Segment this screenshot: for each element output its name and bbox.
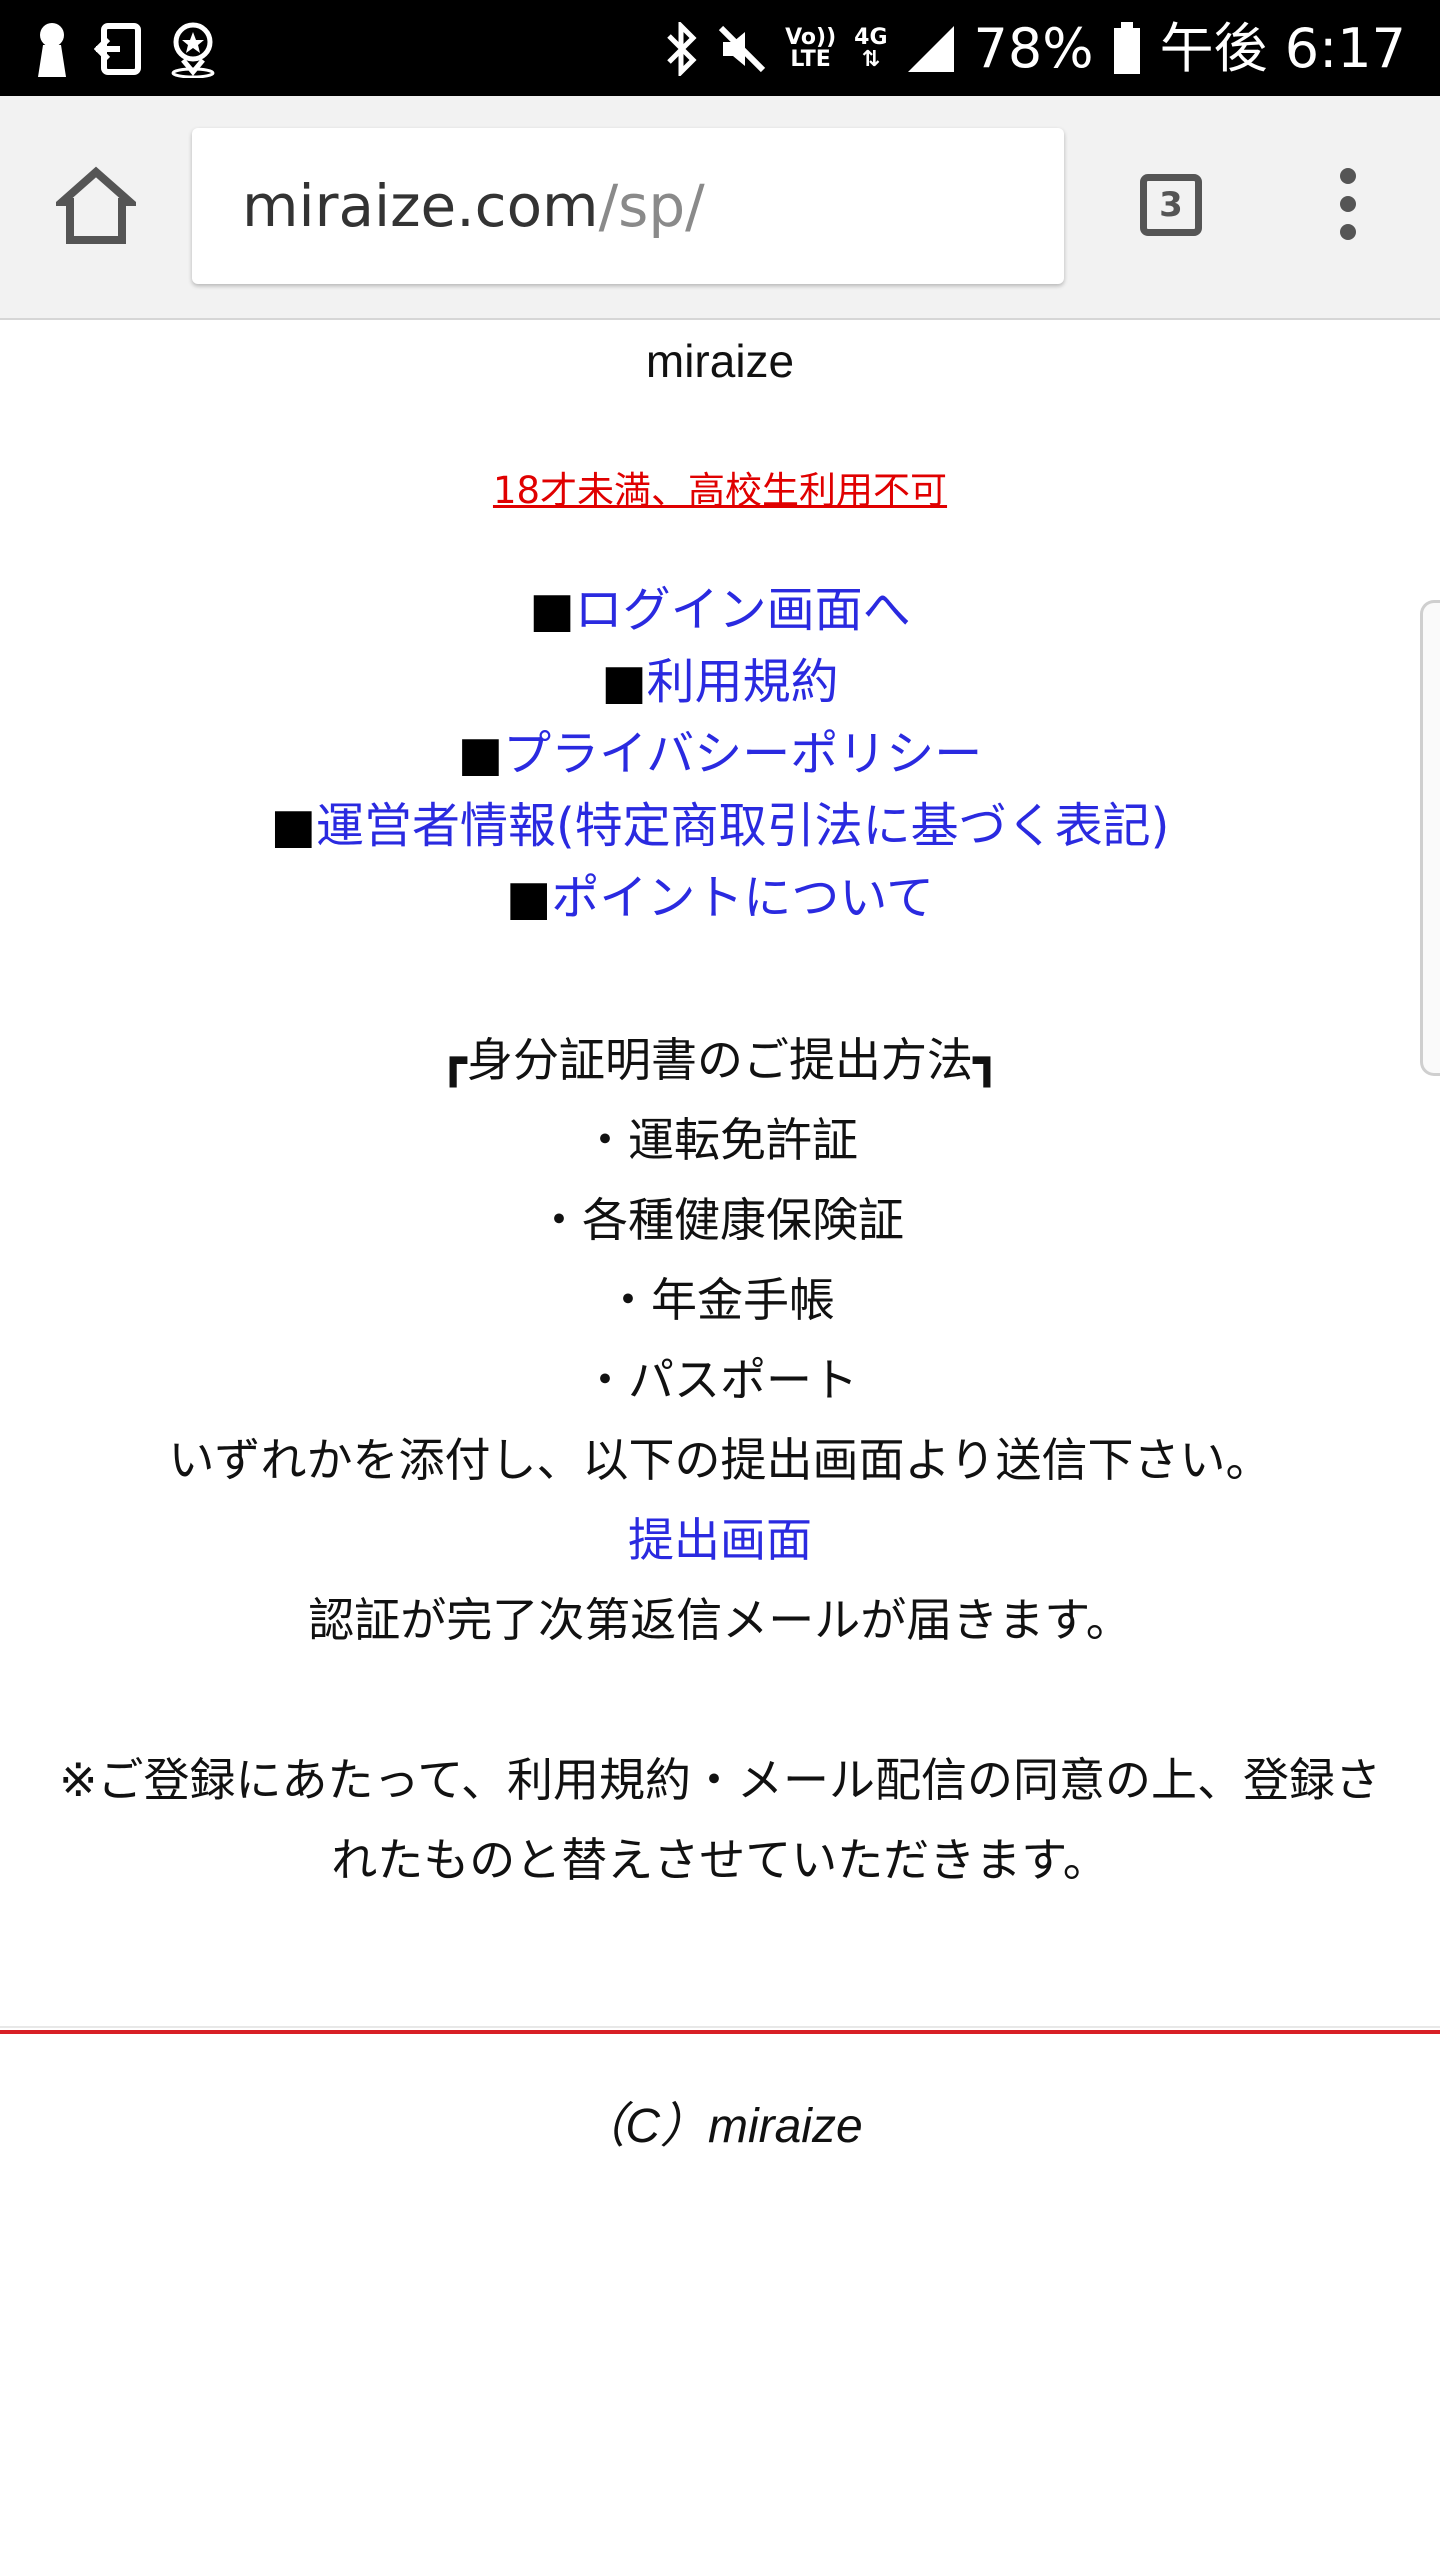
tab-switcher-button[interactable]: 3 (1140, 174, 1202, 236)
url-text[interactable]: miraize.com/sp/ (242, 128, 705, 284)
copyright: （C）miraize (577, 2100, 863, 2153)
4g-icon: 4G ⇅ (854, 27, 887, 71)
note-line-1: ※ご登録にあたって、利用規約・メール配信の同意の上、登録さ (59, 1753, 1381, 1807)
exit-app-icon (94, 23, 141, 75)
status-bar: Vo)) LTE 4G ⇅ 78% 午後 6:17 (0, 0, 1440, 96)
age-restriction-link[interactable]: 18才未満、高校生利用不可 (0, 460, 1440, 514)
signal-icon (907, 26, 954, 72)
scroll-handle[interactable] (1420, 600, 1440, 1076)
id-heading: ┏身分証明書のご提出方法┓ (439, 1033, 1001, 1087)
operator-info-link[interactable]: 運営者情報(特定商取引法に基づく表記) (316, 798, 1169, 854)
id-instruction: いずれかを添付し、以下の提出画面より送信下さい。 (168, 1433, 1272, 1487)
site-title: miraize (645, 335, 795, 387)
clock: 午後 6:17 (1159, 17, 1406, 80)
status-icons-right: Vo)) LTE 4G ⇅ 78% 午後 6:17 (665, 14, 1406, 84)
keyhole-icon (38, 23, 66, 77)
id-item: ・パスポート (582, 1353, 858, 1407)
status-icons-left (34, 20, 218, 78)
nav-bullet: ■ (506, 870, 552, 926)
battery-percent: 78% (973, 17, 1094, 80)
nav-bullet: ■ (529, 582, 575, 638)
nav-bullet: ■ (457, 726, 504, 782)
volte-icon: Vo)) LTE (785, 27, 836, 71)
url-host: miraize.com (242, 172, 599, 240)
address-bar[interactable]: miraize.com/sp/ (192, 128, 1064, 284)
nav-item-login[interactable]: ■ログイン画面へ (0, 574, 1440, 646)
battery-icon (1113, 22, 1140, 74)
terms-link[interactable]: 利用規約 (647, 654, 839, 710)
note-line-2: れたものと替えさせていただきます。 (331, 1833, 1109, 1887)
home-icon[interactable] (56, 166, 136, 246)
volte-bottom: LTE (790, 47, 831, 72)
login-link[interactable]: ログイン画面へ (575, 582, 911, 638)
url-path: /sp/ (598, 172, 705, 240)
registration-note: ※ご登録にあたって、利用規約・メール配信の同意の上、登録さ れたものと替えさせて… (0, 1740, 1440, 1900)
net-label: 4G (854, 25, 888, 50)
volte-top: Vo)) (785, 25, 837, 50)
data-arrows: ⇅ (861, 47, 881, 72)
submit-screen-link[interactable]: 提出画面 (0, 1500, 1440, 1580)
browser-toolbar: miraize.com/sp/ 3 (0, 96, 1440, 320)
points-link[interactable]: ポイントについて (551, 870, 934, 926)
nav-item-operator[interactable]: ■運営者情報(特定商取引法に基づく表記) (0, 790, 1440, 862)
privacy-link[interactable]: プライバシーポリシー (503, 726, 982, 782)
mute-icon (718, 25, 766, 73)
nav-bullet: ■ (270, 798, 316, 854)
id-submission-section: ┏身分証明書のご提出方法┓ ・運転免許証 ・各種健康保険証 ・年金手帳 ・パスポ… (0, 1020, 1440, 1660)
id-item: ・運転免許証 (582, 1113, 858, 1167)
id-item: ・各種健康保険証 (536, 1193, 904, 1247)
nav-item-terms[interactable]: ■利用規約 (0, 646, 1440, 718)
id-item: ・年金手帳 (605, 1273, 835, 1327)
nav-links: ■ログイン画面へ ■利用規約 ■プライバシーポリシー ■運営者情報(特定商取引法… (0, 574, 1440, 934)
id-after-text: 認証が完了次第返信メールが届きます。 (308, 1593, 1132, 1647)
nav-bullet: ■ (601, 654, 647, 710)
divider-shadow (0, 2026, 1440, 2028)
footer-divider (0, 2030, 1440, 2034)
overflow-menu-icon[interactable] (1330, 168, 1366, 248)
nav-item-privacy[interactable]: ■プライバシーポリシー (0, 718, 1440, 790)
nav-item-points[interactable]: ■ポイントについて (0, 862, 1440, 934)
location-badge-icon (171, 22, 215, 78)
bluetooth-icon (667, 22, 697, 76)
